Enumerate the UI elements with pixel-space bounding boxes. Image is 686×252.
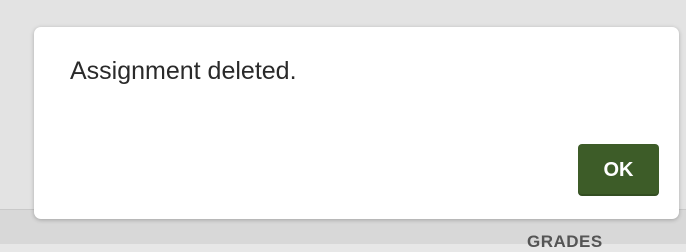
- dialog-message: Assignment deleted.: [70, 57, 297, 85]
- tab-grades[interactable]: GRADES: [527, 232, 603, 252]
- alert-dialog: Assignment deleted. OK: [34, 27, 679, 219]
- ok-button[interactable]: OK: [578, 144, 659, 196]
